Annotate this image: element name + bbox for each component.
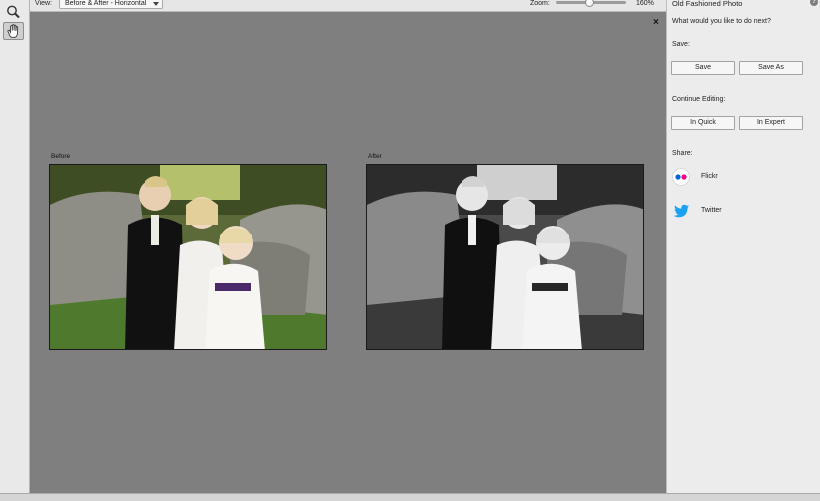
image-canvas[interactable]: × Before After <box>30 12 666 493</box>
save-as-button[interactable]: Save As <box>739 61 803 75</box>
help-icon[interactable]: ? <box>810 0 818 6</box>
continue-editing-heading: Continue Editing: <box>672 96 726 103</box>
magnifier-icon <box>7 5 20 19</box>
share-flickr-label: Flickr <box>701 173 718 180</box>
zoom-value: 160% <box>636 0 654 7</box>
hand-icon <box>7 24 19 38</box>
after-label: After <box>368 153 382 160</box>
toolbox <box>0 0 30 493</box>
save-button[interactable]: Save <box>671 61 735 75</box>
hand-tool-button[interactable] <box>3 22 24 40</box>
in-expert-button[interactable]: In Expert <box>739 116 803 130</box>
zoom-label: Zoom: <box>530 0 550 7</box>
done-panel: Old Fashioned Photo ? What would you lik… <box>666 0 820 493</box>
share-heading: Share: <box>672 150 693 157</box>
zoom-slider-handle[interactable] <box>585 0 594 7</box>
after-photo <box>366 164 644 350</box>
before-photo <box>49 164 327 350</box>
save-heading: Save: <box>672 41 690 48</box>
tool-options-bar: View: Before & After - Horizontal Zoom: … <box>0 0 666 12</box>
close-icon[interactable]: × <box>653 17 659 28</box>
before-label: Before <box>51 153 71 160</box>
chevron-down-icon <box>153 2 159 6</box>
zoom-tool-button[interactable] <box>3 3 24 21</box>
next-prompt: What would you like to do next? <box>672 18 771 25</box>
view-dropdown[interactable]: Before & After - Horizontal <box>59 0 163 9</box>
share-twitter-label: Twitter <box>701 207 722 214</box>
view-dropdown-value: Before & After - Horizontal <box>65 0 147 7</box>
in-quick-button[interactable]: In Quick <box>671 116 735 130</box>
view-label: View: <box>35 0 52 7</box>
panel-title: Old Fashioned Photo <box>672 0 743 8</box>
twitter-icon <box>673 204 689 218</box>
flickr-icon <box>672 168 690 186</box>
